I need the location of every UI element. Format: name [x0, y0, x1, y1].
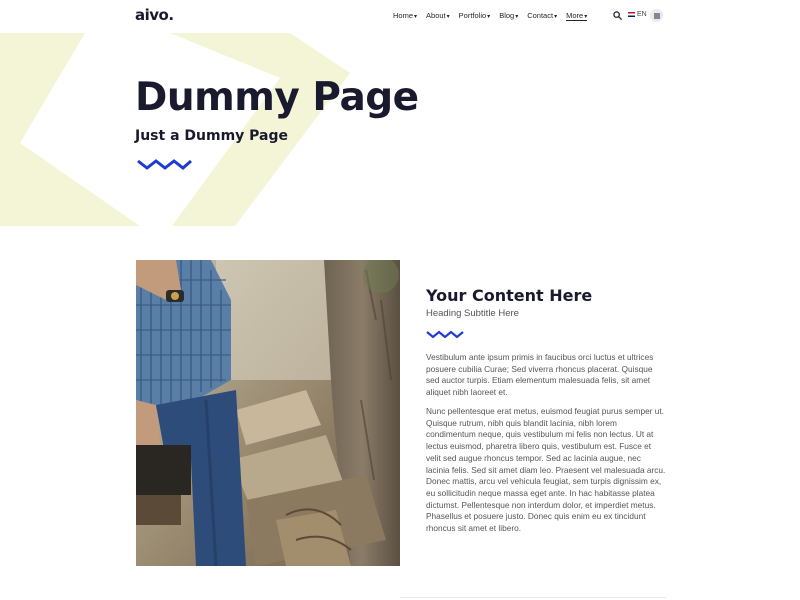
nav-label: More — [566, 11, 584, 20]
man-sitting-on-logs-photo — [136, 260, 400, 566]
language-label: EN — [637, 11, 647, 18]
chevron-down-icon: ▾ — [584, 14, 588, 20]
page-subtitle: Just a Dummy Page — [135, 128, 289, 144]
content-subheading: Heading Subtitle Here — [426, 308, 519, 319]
language-switcher[interactable]: EN — [628, 11, 647, 18]
nav-item-blog[interactable]: Blog▾ — [499, 11, 518, 21]
nav-item-contact[interactable]: Contact▾ — [527, 11, 557, 21]
main-nav: Home▾ About▾ Portfolio▾ Blog▾ Contact▾ M… — [393, 11, 596, 21]
chevron-down-icon: ▾ — [515, 14, 519, 20]
zigzag-icon — [137, 159, 192, 170]
content-paragraph: Nunc pellentesque erat metus, euismod fe… — [426, 406, 666, 534]
nav-label: Blog — [499, 11, 515, 20]
content-paragraph: Vestibulum ante ipsum primis in faucibus… — [426, 352, 654, 398]
section-divider — [400, 597, 666, 598]
uk-flag-icon — [628, 12, 635, 17]
search-icon[interactable] — [613, 11, 622, 20]
nav-label: Portfolio — [458, 11, 487, 20]
nav-item-home[interactable]: Home▾ — [393, 11, 417, 21]
content-heading: Your Content Here — [426, 286, 593, 305]
site-logo[interactable]: aivo. — [135, 6, 174, 24]
nav-item-about[interactable]: About▾ — [426, 11, 450, 21]
site-header: aivo. Home▾ About▾ Portfolio▾ Blog▾ Cont… — [0, 0, 800, 32]
nav-item-portfolio[interactable]: Portfolio▾ — [459, 11, 491, 21]
page-title: Dummy Page — [135, 75, 419, 120]
hamburger-menu-button[interactable] — [650, 9, 663, 22]
nav-label: Home — [393, 11, 414, 20]
chevron-down-icon: ▾ — [487, 14, 491, 20]
chevron-down-icon: ▾ — [414, 14, 418, 20]
zigzag-icon — [426, 330, 464, 339]
hamburger-menu-icon — [653, 13, 660, 18]
chevron-down-icon: ▾ — [554, 14, 558, 20]
nav-label: Contact — [527, 11, 554, 20]
nav-label: About — [426, 11, 446, 20]
nav-item-more[interactable]: More▾ — [566, 11, 588, 21]
chevron-down-icon: ▾ — [446, 14, 450, 20]
